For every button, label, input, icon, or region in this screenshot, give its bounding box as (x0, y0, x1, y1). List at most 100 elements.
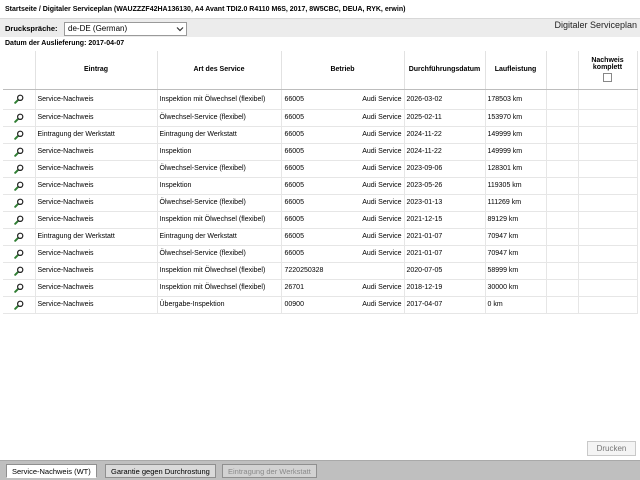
table-row: Service-Nachweis Inspektion mit Ölwechsel… (3, 279, 638, 297)
header-proof-complete-label: Nachweis komplett (591, 57, 624, 72)
proof-complete-checkbox[interactable] (603, 73, 612, 83)
magnifier-icon (13, 266, 24, 276)
cell-blank (546, 177, 579, 195)
view-details-button[interactable] (3, 109, 36, 127)
cell-mileage: 70947 km (485, 245, 547, 263)
cell-proof-complete (578, 296, 638, 314)
cell-entry: Service-Nachweis (35, 177, 158, 195)
cell-service-type: Ölwechsel-Service (flexibel) (157, 194, 282, 212)
cell-entry: Service-Nachweis (35, 194, 158, 212)
cell-date: 2023-09-06 (404, 160, 486, 178)
view-details-button[interactable] (3, 245, 36, 263)
cell-service-type: Ölwechsel-Service (flexibel) (157, 109, 282, 127)
view-details-button[interactable] (3, 279, 36, 297)
cell-date: 2018-12-19 (404, 279, 486, 297)
cell-proof-complete (578, 262, 638, 280)
header-entry: Eintrag (35, 51, 158, 90)
cell-service-type: Eintragung der Werkstatt (157, 228, 282, 246)
chevron-down-icon (176, 27, 184, 32)
cell-service-type: Ölwechsel-Service (flexibel) (157, 245, 282, 263)
cell-service-type: Inspektion (157, 143, 282, 161)
magnifier-icon (13, 164, 24, 174)
cell-workshop: 66005 Audi Service (281, 109, 405, 127)
workshop-number: 66005 (284, 114, 304, 121)
cell-date: 2023-05-26 (404, 177, 486, 195)
cell-service-type: Eintragung der Werkstatt (157, 126, 282, 144)
header-proof-complete: Nachweis komplett (578, 51, 638, 90)
cell-mileage: 153970 km (485, 109, 547, 127)
cell-date: 2021-01-07 (404, 245, 486, 263)
print-button[interactable]: Drucken (587, 441, 636, 456)
view-details-button[interactable] (3, 296, 36, 314)
cell-proof-complete (578, 245, 638, 263)
workshop-name: Audi Service (362, 301, 402, 308)
cell-workshop: 66005 Audi Service (281, 177, 405, 195)
cell-proof-complete (578, 143, 638, 161)
cell-date: 2021-12-15 (404, 211, 486, 229)
workshop-name: Audi Service (362, 233, 402, 240)
cell-mileage: 128301 km (485, 160, 547, 178)
view-details-button[interactable] (3, 194, 36, 212)
workshop-number: 66005 (284, 148, 304, 155)
cell-entry: Service-Nachweis (35, 143, 158, 161)
cell-blank (546, 262, 579, 280)
view-details-button[interactable] (3, 211, 36, 229)
workshop-number: 66005 (284, 165, 304, 172)
view-details-button[interactable] (3, 160, 36, 178)
table-row: Eintragung der Werkstatt Eintragung der W… (3, 228, 638, 246)
workshop-number: 66005 (284, 95, 304, 103)
cell-date: 2023-01-13 (404, 194, 486, 212)
header-icon-column (3, 51, 36, 90)
tab-workshop-entry[interactable]: Eintragung der Werkstatt (222, 464, 317, 478)
cell-blank (546, 109, 579, 127)
workshop-number: 66005 (284, 250, 304, 257)
view-details-button[interactable] (3, 262, 36, 280)
cell-mileage: 149999 km (485, 126, 547, 144)
workshop-name: Audi Service (362, 165, 402, 172)
table-row: Service-Nachweis Ölwechsel-Service (flexi… (3, 194, 638, 212)
cell-proof-complete (578, 177, 638, 195)
workshop-number: 66005 (284, 199, 304, 206)
cell-entry: Eintragung der Werkstatt (35, 126, 158, 144)
cell-date: 2026-03-02 (404, 89, 486, 110)
print-language-select[interactable]: de-DE (German) (64, 22, 187, 36)
cell-proof-complete (578, 126, 638, 144)
table-row: Service-Nachweis Ölwechsel-Service (flexi… (3, 109, 638, 127)
table-row: Service-Nachweis Ölwechsel-Service (flexi… (3, 245, 638, 263)
cell-entry: Service-Nachweis (35, 245, 158, 263)
cell-workshop: 66005 Audi Service (281, 160, 405, 178)
cell-blank (546, 245, 579, 263)
cell-mileage: 58999 km (485, 262, 547, 280)
cell-workshop: 66005 Audi Service (281, 143, 405, 161)
cell-mileage: 0 km (485, 296, 547, 314)
tab-service-proof[interactable]: Service-Nachweis (WT) (6, 464, 97, 478)
view-details-button[interactable] (3, 126, 36, 144)
workshop-name: Audi Service (362, 95, 402, 103)
cell-entry: Eintragung der Werkstatt (35, 228, 158, 246)
workshop-number: 26701 (284, 284, 304, 291)
view-details-button[interactable] (3, 89, 36, 110)
magnifier-icon (13, 283, 24, 293)
magnifier-icon (13, 249, 24, 259)
cell-entry: Service-Nachweis (35, 279, 158, 297)
table-row: Service-Nachweis Übergabe-Inspektion 00900… (3, 296, 638, 314)
cell-workshop: 7220250328 (281, 262, 405, 280)
workshop-name: Audi Service (362, 114, 402, 121)
cell-service-type: Inspektion mit Ölwechsel (flexibel) (157, 262, 282, 280)
workshop-number: 00900 (284, 301, 304, 308)
table-row: Service-Nachweis Ölwechsel-Service (flexi… (3, 160, 638, 178)
print-language-label: Druckspräche: (5, 24, 58, 33)
tab-rust-warranty[interactable]: Garantie gegen Durchrostung (105, 464, 216, 478)
view-details-button[interactable] (3, 177, 36, 195)
cell-date: 2017-04-07 (404, 296, 486, 314)
workshop-name: Audi Service (362, 216, 402, 223)
view-details-button[interactable] (3, 228, 36, 246)
cell-entry: Service-Nachweis (35, 296, 158, 314)
page-heading: Digitaler Serviceplan (554, 20, 637, 30)
cell-service-type: Inspektion mit Ölwechsel (flexibel) (157, 89, 282, 110)
view-details-button[interactable] (3, 143, 36, 161)
cell-workshop: 26701 Audi Service (281, 279, 405, 297)
cell-mileage: 30000 km (485, 279, 547, 297)
header-workshop: Betrieb (281, 51, 405, 90)
header-date: Durchführungsdatum (404, 51, 486, 90)
